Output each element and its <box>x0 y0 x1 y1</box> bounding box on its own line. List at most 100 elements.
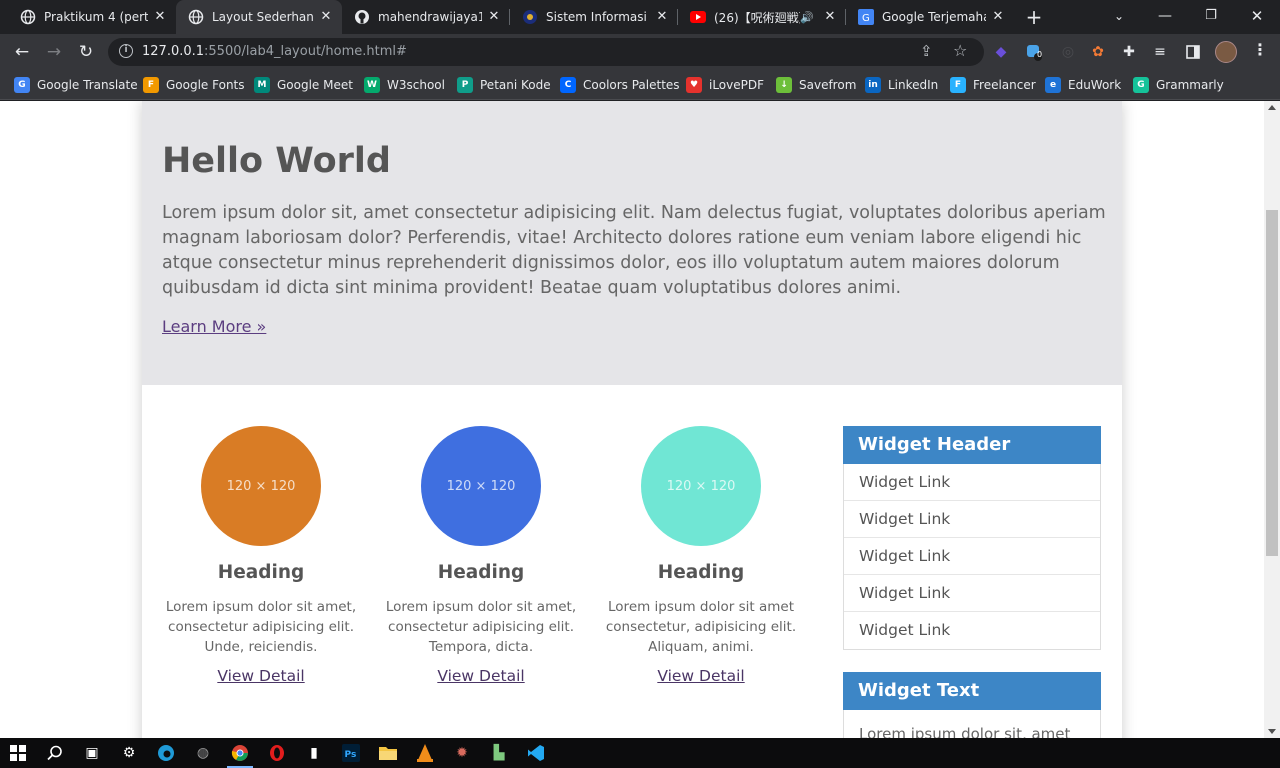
file-explorer-folder-icon[interactable] <box>377 742 399 764</box>
vlc-cone-icon[interactable] <box>414 742 436 764</box>
bookmark-label: Grammarly <box>1156 78 1224 92</box>
profile-avatar[interactable] <box>1215 41 1237 63</box>
site-info-icon[interactable]: i <box>119 44 133 58</box>
bookmark-item[interactable]: G Grammarly <box>1133 76 1224 94</box>
settings-gear-icon[interactable]: ⚙ <box>118 742 140 764</box>
bookmark-item[interactable]: M Google Meet <box>254 76 353 94</box>
bookmark-item[interactable]: F Freelancer <box>950 76 1036 94</box>
browser-tab[interactable]: mahendrawijaya123 ✕ <box>342 0 510 34</box>
learn-more-link[interactable]: Learn More » <box>162 317 266 336</box>
store-bag-icon[interactable]: ▣ <box>81 742 103 764</box>
widget-link[interactable]: Widget Link <box>844 464 1100 501</box>
extension-badge-count: 0 <box>1037 50 1043 59</box>
bookmark-label: Coolors Palettes <box>583 78 680 92</box>
bookmark-label: LinkedIn <box>888 78 939 92</box>
widget-link[interactable]: Widget Link <box>844 501 1100 538</box>
bookmark-item[interactable]: W W3school <box>364 76 445 94</box>
bookmark-favicon-icon: F <box>143 77 159 93</box>
menu-kebab-icon[interactable]: ⋮ <box>1252 40 1268 59</box>
new-tab-plus-icon[interactable]: + <box>1022 5 1046 29</box>
side-panel-icon[interactable] <box>1183 42 1203 62</box>
svg-text:G: G <box>862 13 870 24</box>
bookmark-favicon-icon: M <box>254 77 270 93</box>
game-app-icon[interactable]: ✹ <box>451 742 473 764</box>
photoshop-icon[interactable]: Ps <box>340 742 362 764</box>
browser-tab[interactable]: G Google Terjemahan ✕ <box>846 0 1014 34</box>
extension-gem-icon[interactable]: ◆ <box>991 42 1011 62</box>
bookmark-label: iLovePDF <box>709 78 765 92</box>
chrome-icon[interactable] <box>227 742 253 768</box>
extensions-puzzle-icon[interactable]: ✚ <box>1119 42 1139 62</box>
reload-icon[interactable]: ↻ <box>73 39 99 65</box>
bookmark-item[interactable]: G Google Translate <box>14 76 138 94</box>
file-app-icon[interactable]: ▮ <box>303 742 325 764</box>
address-bar[interactable]: i 127.0.0.1:5500/lab4_layout/home.html# … <box>108 38 984 66</box>
scroll-down-arrow-icon[interactable] <box>1268 729 1276 734</box>
tab-strip: Praktikum 4 (pert. 5 ✕ Layout Sederhana … <box>0 0 1280 34</box>
close-tab-icon[interactable]: ✕ <box>822 9 838 25</box>
browser-tab-active[interactable]: Layout Sederhana ✕ <box>176 0 342 34</box>
vscode-icon[interactable] <box>525 742 547 764</box>
widget-link[interactable]: Widget Link <box>844 612 1100 649</box>
bookmark-label: Petani Kode <box>480 78 551 92</box>
widget-link[interactable]: Widget Link <box>844 575 1100 612</box>
minimize-icon[interactable]: — <box>1142 0 1188 34</box>
scroll-up-arrow-icon[interactable] <box>1268 105 1276 110</box>
view-detail-link[interactable]: View Detail <box>657 667 744 685</box>
share-icon[interactable]: ⇪ <box>920 42 933 60</box>
svg-text:Ps: Ps <box>345 750 357 760</box>
opera-icon[interactable] <box>266 742 288 764</box>
close-tab-icon[interactable]: ✕ <box>990 9 1006 25</box>
speaker-icon[interactable]: 🔊 <box>800 11 814 24</box>
windows-start-icon[interactable] <box>7 742 29 764</box>
feature-column: 120 × 120 Heading Lorem ipsum dolor sit … <box>161 426 361 685</box>
page-container: Hello World Lorem ipsum dolor sit, amet … <box>142 101 1122 738</box>
column-text: Lorem ipsum dolor sit amet consectetur, … <box>605 599 797 655</box>
folder-sync-icon[interactable]: ▙ <box>488 742 510 764</box>
widget-text: Widget Text Lorem ipsum dolor sit, amet <box>843 672 1101 738</box>
browser-tab[interactable]: (26)【呪術廻戦】 🔊 ✕ <box>678 0 846 34</box>
browser-tab[interactable]: Praktikum 4 (pert. 5 ✕ <box>8 0 176 34</box>
widget-link[interactable]: Widget Link <box>844 538 1100 575</box>
media-control-icon[interactable]: ≡ <box>1150 42 1170 62</box>
browser-tab[interactable]: Sistem Informasi Ak ✕ <box>510 0 678 34</box>
bookmark-item[interactable]: C Coolors Palettes <box>560 76 680 94</box>
column-heading: Heading <box>437 562 525 583</box>
search-icon[interactable] <box>44 742 66 764</box>
url-path: :5500/lab4_layout/home.html# <box>204 44 407 59</box>
bookmark-item[interactable]: e EduWork <box>1045 76 1121 94</box>
forward-arrow-icon[interactable]: → <box>41 39 67 65</box>
scroll-thumb[interactable] <box>1266 210 1278 556</box>
view-detail-link[interactable]: View Detail <box>437 667 524 685</box>
page-scrollbar[interactable] <box>1264 101 1280 738</box>
bookmark-item[interactable]: P Petani Kode <box>457 76 551 94</box>
extension-disabled-icon[interactable]: ◎ <box>1058 42 1078 62</box>
bookmark-favicon-icon: in <box>865 77 881 93</box>
close-tab-icon[interactable]: ✕ <box>318 9 334 25</box>
close-tab-icon[interactable]: ✕ <box>152 9 168 25</box>
column-heading: Heading <box>657 562 745 583</box>
bookmark-item[interactable]: ♥ iLovePDF <box>686 76 764 94</box>
close-window-icon[interactable]: ✕ <box>1234 0 1280 34</box>
extension-orange-icon[interactable]: ✿ <box>1088 42 1108 62</box>
view-detail-link[interactable]: View Detail <box>217 667 304 685</box>
close-tab-icon[interactable]: ✕ <box>654 9 670 25</box>
globe-icon <box>20 9 36 25</box>
widget-links: Widget Header Widget Link Widget Link Wi… <box>843 426 1101 650</box>
back-arrow-icon[interactable]: ← <box>9 39 35 65</box>
close-tab-icon[interactable]: ✕ <box>486 9 502 25</box>
bookmark-item[interactable]: F Google Fonts <box>143 76 245 94</box>
bookmark-item[interactable]: in LinkedIn <box>865 76 938 94</box>
restore-icon[interactable]: ❐ <box>1188 0 1234 34</box>
edge-icon[interactable] <box>155 742 177 764</box>
bookmark-favicon-icon: C <box>560 77 576 93</box>
widget-text-body: Lorem ipsum dolor sit, amet <box>859 725 1071 738</box>
bookmark-star-icon[interactable]: ☆ <box>953 41 967 60</box>
bookmark-item[interactable]: ↓ Savefrom <box>776 76 856 94</box>
extension-badge-icon[interactable]: 0 <box>1024 42 1044 62</box>
url-text[interactable]: 127.0.0.1:5500/lab4_layout/home.html# <box>142 44 407 59</box>
bookmark-label: Google Translate <box>37 78 138 92</box>
bookmark-favicon-icon: W <box>364 77 380 93</box>
github-desktop-icon[interactable]: ◍ <box>192 742 214 764</box>
tab-search-chevron-icon[interactable]: ⌄ <box>1096 0 1142 34</box>
